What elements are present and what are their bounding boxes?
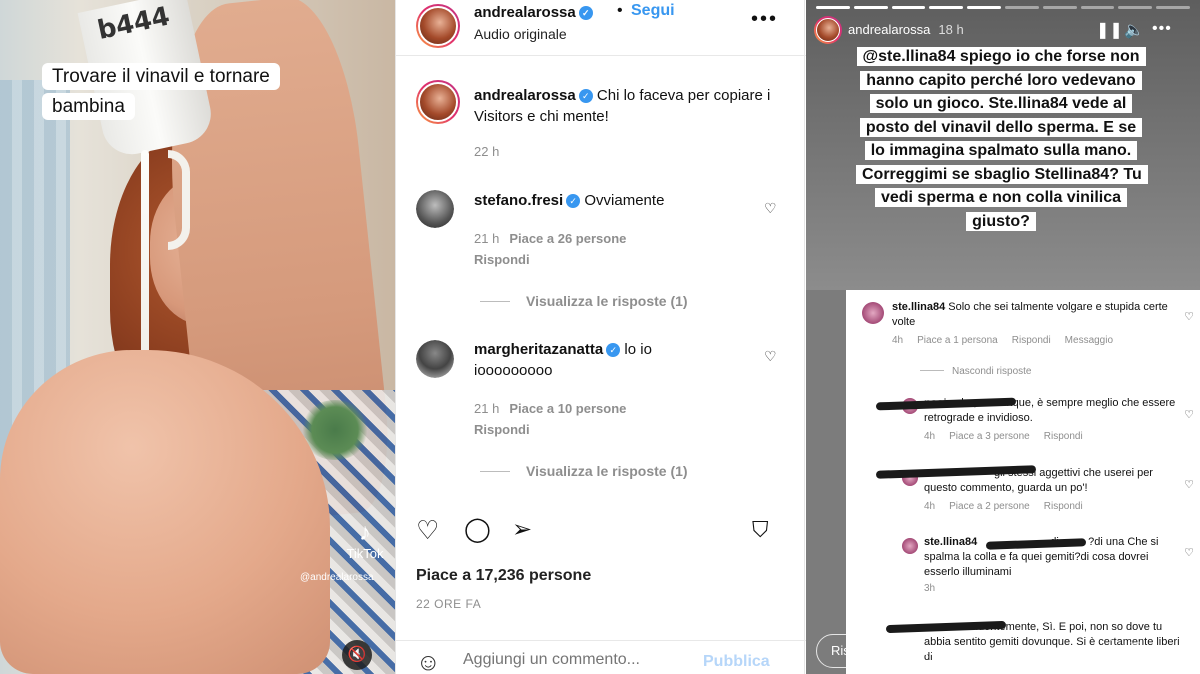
avatar[interactable] [416, 190, 454, 228]
share-paper-plane-icon[interactable]: ➢ [512, 510, 532, 550]
avatar[interactable] [416, 340, 454, 378]
like-heart-icon[interactable]: ♡ [764, 348, 777, 365]
avatar[interactable] [416, 80, 460, 124]
comment-meta: 21 h Piace a 26 persone [474, 231, 627, 246]
story-panel: andrealarossa 18 h ❚❚ 🔈 ••• @ste.llina84 … [806, 0, 1200, 674]
like-heart-icon: ♡ [1184, 409, 1194, 421]
hide-replies-link: Nascondi risposte [920, 366, 1045, 377]
reply-link[interactable]: Rispondi [474, 252, 530, 267]
divider [480, 471, 510, 472]
like-heart-icon[interactable]: ♡ [416, 510, 439, 550]
post-comments-panel: andrealarossa ✓ • Segui Audio originale •… [395, 0, 806, 674]
story-reply-bar [816, 634, 1116, 668]
post-header: andrealarossa ✓ • Segui Audio originale •… [396, 0, 806, 56]
like-heart-icon: ♡ [1184, 479, 1194, 491]
story-text: @ste.llina84 spiego io che forse non han… [856, 45, 1148, 233]
reply-link[interactable]: Rispondi [474, 422, 530, 437]
video-caption: Trovare il vinavil e tornare bambina [42, 62, 330, 122]
avatar [862, 302, 884, 324]
bookmark-icon[interactable]: ⛉ [752, 510, 769, 550]
caption-time: 22 h [474, 144, 500, 159]
video-frame[interactable]: b444 Trovare il vinavil e tornare bambin… [0, 0, 395, 674]
add-comment-bar: ☺ Pubblica [396, 640, 806, 674]
tiktok-watermark: ♪ TikTok [340, 519, 390, 562]
view-replies-link[interactable]: Visualizza le risposte (1) [480, 293, 688, 309]
more-options-icon[interactable]: ••• [751, 8, 778, 31]
avatar [902, 538, 918, 554]
story-username[interactable]: andrealarossa 18 h [848, 22, 964, 37]
avatar[interactable] [416, 4, 460, 48]
avatar[interactable] [814, 16, 842, 44]
comment-bubble-icon[interactable]: ◯ [464, 510, 491, 550]
comment-meta: 3h [924, 583, 936, 594]
verified-icon: ✓ [606, 343, 621, 357]
comment-text: margheritazanatta ✓ lo io iooooooooo [474, 341, 652, 379]
follow-button[interactable]: Segui [631, 2, 675, 20]
post-caption: andrealarossa ✓ Chi lo faceva per copiare… [474, 87, 771, 125]
story-progress-bar [816, 6, 1190, 9]
bottle-nozzle [168, 150, 190, 250]
verified-icon: ✓ [578, 89, 593, 103]
speaker-muted-icon[interactable]: 🔇 [342, 640, 372, 670]
comment-input[interactable] [463, 651, 683, 669]
publish-button[interactable]: Pubblica [703, 653, 770, 671]
pause-icon[interactable]: ❚❚ [1096, 20, 1123, 40]
like-heart-icon: ♡ [1184, 311, 1194, 323]
like-heart-icon[interactable]: ♡ [1126, 638, 1144, 663]
post-action-bar: ♡ ◯ ➢ ⛉ [396, 510, 806, 550]
view-replies-link[interactable]: Visualizza le risposte (1) [480, 463, 688, 479]
composite-screenshot: b444 Trovare il vinavil e tornare bambin… [0, 0, 1200, 674]
tiktok-username: @andrealarossa [300, 572, 374, 583]
more-options-icon[interactable]: ••• [1152, 20, 1172, 38]
comment-text: stefano.fresi ✓ Ovviamente [474, 192, 665, 209]
share-paper-plane-icon[interactable]: ➢ [1158, 638, 1175, 663]
story-reply-input[interactable] [831, 643, 1101, 658]
post-time-ago: 22 ORE FA [416, 597, 482, 611]
comment-text: ste.llina84 Solo che sei talmente volgar… [892, 301, 1168, 328]
embedded-comments-screenshot: ste.llina84 Solo che sei talmente volgar… [846, 290, 1200, 674]
verified-icon: ✓ [578, 6, 593, 20]
post-username[interactable]: andrealarossa ✓ [474, 4, 593, 21]
tiktok-icon: ♪ [359, 519, 371, 546]
divider [480, 301, 510, 302]
verified-icon: ✓ [566, 194, 581, 208]
likes-count[interactable]: Piace a 17,236 persone [416, 567, 591, 585]
comment-meta: 4h Piace a 1 persona Rispondi Messaggio [892, 335, 1114, 346]
emoji-icon[interactable]: ☺ [416, 649, 441, 674]
like-heart-icon: ♡ [1184, 547, 1194, 559]
speaker-muted-icon[interactable]: 🔈 [1124, 20, 1144, 40]
comment-meta: 4h Piace a 3 persone Rispondi [924, 431, 1083, 442]
comment-meta: 21 h Piace a 10 persone [474, 401, 627, 416]
comment-meta: 4h Piace a 2 persone Rispondi [924, 501, 1083, 512]
like-heart-icon[interactable]: ♡ [764, 200, 777, 217]
audio-label[interactable]: Audio originale [474, 26, 567, 42]
separator-dot: • [617, 2, 623, 19]
